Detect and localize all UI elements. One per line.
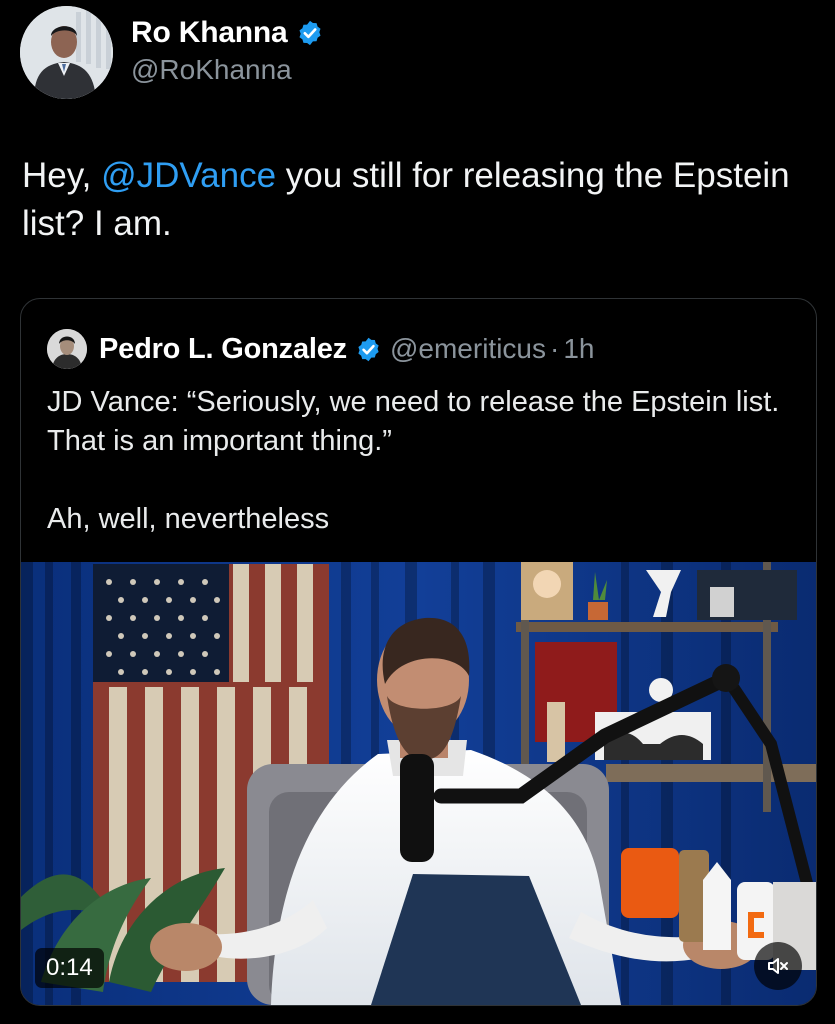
- author-avatar-image: [20, 6, 113, 99]
- author-handle[interactable]: @RoKhanna: [131, 54, 324, 86]
- author-name[interactable]: Ro Khanna: [131, 16, 288, 50]
- tweet-body: Hey, @JDVance you still for releasing th…: [22, 152, 822, 248]
- tweet-text-prefix: Hey,: [22, 156, 102, 195]
- quoted-tweet-header: Pedro L. Gonzalez @emeriticus · 1h: [47, 329, 594, 369]
- quoted-author-avatar-image: [47, 329, 87, 369]
- tweet-header: Ro Khanna @RoKhanna: [20, 6, 324, 99]
- verified-badge-icon: [299, 20, 321, 45]
- author-avatar[interactable]: [20, 6, 113, 99]
- quoted-author-avatar[interactable]: [47, 329, 87, 369]
- quoted-author-name[interactable]: Pedro L. Gonzalez: [99, 333, 347, 366]
- verified-badge-icon: [358, 337, 379, 361]
- speaker-muted-icon: [768, 958, 788, 974]
- video-player[interactable]: 0:14: [21, 562, 816, 1005]
- quoted-author-handle[interactable]: @emeriticus: [390, 333, 546, 365]
- quoted-tweet-body: JD Vance: “Seriously, we need to release…: [47, 383, 792, 539]
- video-frame: [21, 562, 816, 1005]
- quoted-tweet-text-line-2: Ah, well, nevertheless: [47, 503, 330, 535]
- quoted-tweet-card[interactable]: Pedro L. Gonzalez @emeriticus · 1h JD Va…: [20, 298, 817, 1006]
- mention-link[interactable]: @JDVance: [101, 156, 276, 195]
- mute-button[interactable]: [754, 942, 802, 990]
- video-duration: 0:14: [35, 948, 104, 988]
- separator-dot: ·: [550, 333, 560, 364]
- quoted-tweet-text-line-1: JD Vance: “Seriously, we need to release…: [47, 386, 780, 457]
- quoted-tweet-time[interactable]: 1h: [563, 333, 594, 365]
